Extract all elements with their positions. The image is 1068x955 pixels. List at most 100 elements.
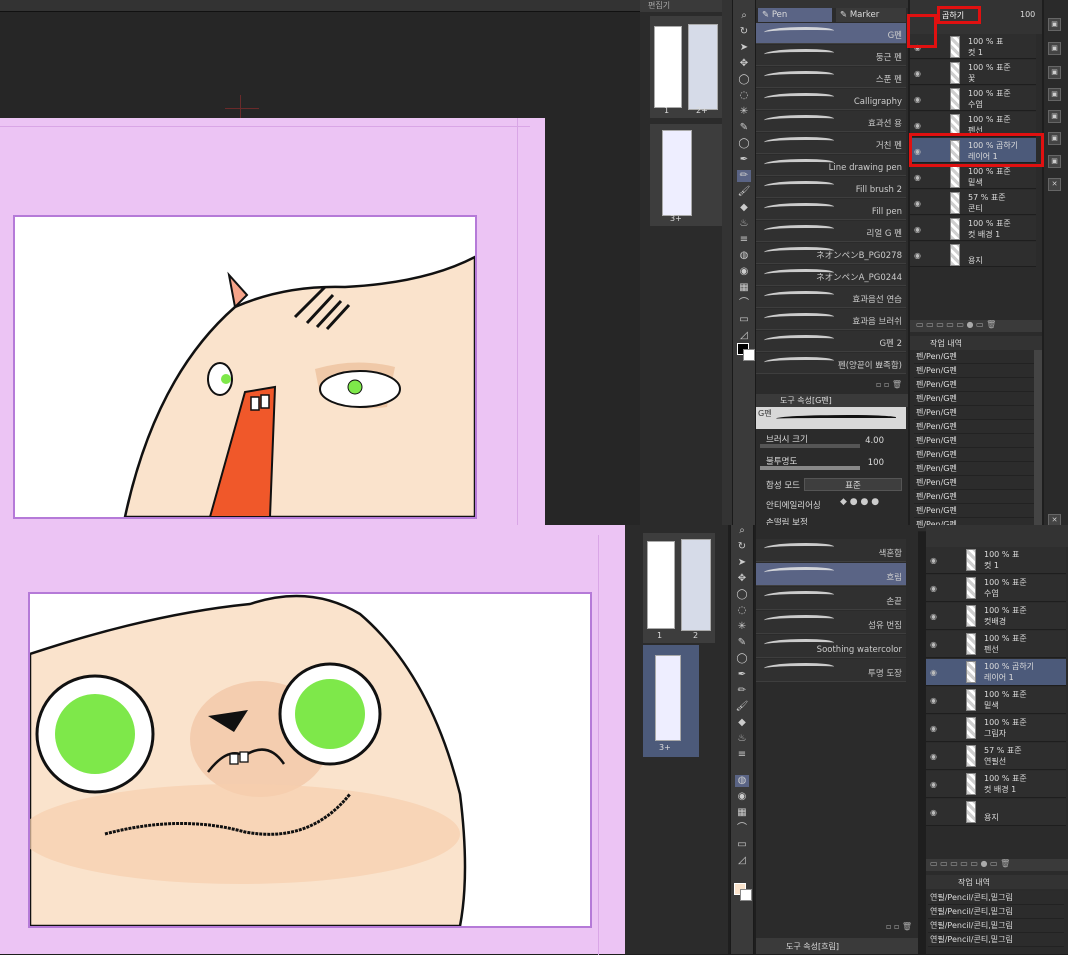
brush-item[interactable]: 손끝 <box>756 587 906 610</box>
b-brush-tool-icon[interactable]: 🖌 <box>735 701 749 713</box>
eye-icon[interactable]: ◉ <box>930 696 937 705</box>
history-item[interactable]: 펜/Pen/G펜 <box>914 490 1034 504</box>
frame-tool-icon[interactable]: ▭ <box>737 314 751 326</box>
b-eyedropper-icon[interactable]: ✎ <box>735 637 749 649</box>
layer-row[interactable]: ◉ 100 % 표준 수염 <box>926 575 1066 602</box>
page-thumb-2[interactable] <box>688 24 718 110</box>
brush-item[interactable]: G펜 2 <box>756 331 906 352</box>
bottom-page-thumb-3[interactable] <box>655 655 681 741</box>
b-pen-tool-icon[interactable]: ✒ <box>735 669 749 681</box>
gradient-tool-icon[interactable]: ▦ <box>737 282 751 294</box>
brush-item[interactable]: ネオンペンB_PG0278 <box>756 243 906 264</box>
eye-icon[interactable]: ◉ <box>930 556 937 565</box>
layer-toolbar[interactable]: ▭ ▭ ▭ ▭ ▭ ● ▭ 🗑 <box>910 320 1042 332</box>
b-brush-list-buttons[interactable]: ▫ ▫ 🗑 <box>886 922 912 931</box>
layer-row[interactable]: ◉ 100 % 표준 컷 배경 1 <box>926 771 1066 798</box>
b-frame-tool-icon[interactable]: ▭ <box>735 839 749 851</box>
antialias-options[interactable]: ◆ ● ● ● <box>840 497 879 507</box>
balloon-icon[interactable]: ◯ <box>737 138 751 150</box>
eye-icon[interactable]: ◉ <box>914 95 921 104</box>
b-select-tool-icon[interactable]: ◌ <box>735 605 749 617</box>
sidebar-btn-8-icon[interactable]: ✕ <box>1048 178 1061 191</box>
history-item[interactable]: 연필/Pencil/콘티,밑그림 <box>928 919 1064 933</box>
layer-row[interactable]: ◉ 100 % 표준 그림자 <box>926 715 1066 742</box>
brush-item[interactable]: 색혼합 <box>756 539 906 562</box>
b-layer-toolbar[interactable]: ▭ ▭ ▭ ▭ ▭ ● ▭ 🗑 <box>926 859 1068 871</box>
navigator-tab-label[interactable]: 편집기 <box>648 0 670 11</box>
sidebar-btn-5-icon[interactable]: ▣ <box>1048 110 1061 123</box>
tab-marker[interactable]: ✎ Marker <box>836 8 906 22</box>
eye-icon[interactable]: ◉ <box>914 225 921 234</box>
layer-row[interactable]: ◉ 100 % 곱하기 레이어 1 <box>926 659 1066 686</box>
b-rotate-tool-icon[interactable]: ↻ <box>735 541 749 553</box>
brush-item[interactable]: Calligraphy <box>756 89 906 110</box>
page-thumb-3[interactable] <box>662 130 692 216</box>
layer-row[interactable]: ◉ 57 % 표준 콘티 <box>910 190 1036 215</box>
sub-color-swatch[interactable] <box>743 349 755 361</box>
eye-icon[interactable]: ◉ <box>930 724 937 733</box>
brush-item[interactable]: 효과선 용 <box>756 111 906 132</box>
magic-wand-icon[interactable]: ✳ <box>737 106 751 118</box>
rotate-tool-icon[interactable]: ↻ <box>737 26 751 38</box>
blend-mode-select[interactable]: 표준 <box>804 478 902 491</box>
layer-row[interactable]: ◉ 100 % 표준 펜선 <box>926 631 1066 658</box>
b-balloon-icon[interactable]: ◯ <box>735 653 749 665</box>
brush-item[interactable]: 투명 도장 <box>756 659 906 682</box>
layer-row[interactable]: ◉ 용지 <box>926 799 1066 826</box>
eye-icon[interactable]: ◉ <box>930 612 937 621</box>
history-item[interactable]: 연필/Pencil/콘티,밑그림 <box>928 891 1064 905</box>
b-history-tab[interactable]: 작업 내역 <box>958 877 990 888</box>
lasso-tool-icon[interactable]: ◯ <box>737 74 751 86</box>
pen-tool-icon[interactable]: ✒ <box>737 154 751 166</box>
layer-row[interactable]: ◉ 100 % 표준 컷배경 <box>926 603 1066 630</box>
layer-opacity-value[interactable]: 100 <box>1020 10 1035 19</box>
move-tool-icon[interactable]: ✥ <box>737 58 751 70</box>
brush-item[interactable]: 스푼 펜 <box>756 67 906 88</box>
b-sub-color-swatch[interactable] <box>740 889 752 901</box>
sidebar-btn-3-icon[interactable]: ▣ <box>1048 66 1061 79</box>
eye-icon[interactable]: ◉ <box>930 752 937 761</box>
sidebar-btn-7-icon[interactable]: ▣ <box>1048 155 1061 168</box>
select-tool-icon[interactable]: ◌ <box>737 90 751 102</box>
b-operation-tool-icon[interactable]: ➤ <box>735 557 749 569</box>
b-tool-property-tab[interactable]: 도구 속성[흐림] <box>786 941 839 952</box>
history-item[interactable]: 펜/Pen/G펜 <box>914 462 1034 476</box>
history-scrollbar[interactable] <box>1034 350 1042 525</box>
brush-item[interactable]: 흐림 <box>756 563 906 586</box>
brush-size-row[interactable]: 브러시 크기 4.00 <box>756 432 906 448</box>
sidebar-btn-6-icon[interactable]: ▣ <box>1048 132 1061 145</box>
b-eraser-tool-icon[interactable]: ◆ <box>735 717 749 729</box>
tab-pen[interactable]: ✎ Pen <box>758 8 832 22</box>
layer-row[interactable]: ◉ 100 % 표준 밑색 <box>926 687 1066 714</box>
blend-tool-icon[interactable]: ◍ <box>737 250 751 262</box>
history-item[interactable]: 펜/Pen/G펜 <box>914 378 1034 392</box>
history-item[interactable]: 펜/Pen/G펜 <box>914 350 1034 364</box>
brush-size-slider[interactable] <box>760 444 860 448</box>
history-item[interactable]: 연필/Pencil/콘티,밑그림 <box>928 933 1064 947</box>
history-item[interactable]: 펜/Pen/G펜 <box>914 504 1034 518</box>
brush-item[interactable]: 효과음선 연습 <box>756 287 906 308</box>
eye-icon[interactable]: ◉ <box>914 121 921 130</box>
eye-icon[interactable]: ◉ <box>914 173 921 182</box>
page-thumb-1[interactable] <box>654 26 682 108</box>
fill-tool-icon[interactable]: ◉ <box>737 266 751 278</box>
history-tab[interactable]: 작업 내역 <box>930 338 962 349</box>
b-ruler-tool-icon[interactable]: ◿ <box>735 855 749 867</box>
b-blend-tool-icon[interactable]: ◍ <box>735 775 749 787</box>
brush-list-buttons[interactable]: ▫ ▫ 🗑 <box>876 380 902 389</box>
brush-tool-icon[interactable]: 🖌 <box>737 186 751 198</box>
layer-row[interactable]: ◉ 100 % 표준 꽃 <box>910 60 1036 85</box>
brush-item[interactable]: 펜(양끝이 뾰족함) <box>756 353 906 374</box>
history-item[interactable]: 펜/Pen/G펜 <box>914 364 1034 378</box>
ruler-tool-icon[interactable]: ◿ <box>737 330 751 342</box>
brush-item[interactable]: Fill pen <box>756 199 906 220</box>
navigator-scrollbar[interactable] <box>722 0 732 525</box>
eraser-tool-icon[interactable]: ◆ <box>737 202 751 214</box>
b-move-tool-icon[interactable]: ✥ <box>735 573 749 585</box>
opacity-slider[interactable] <box>760 466 860 470</box>
brush-item[interactable]: 효과음 브러쉬 <box>756 309 906 330</box>
opacity-row[interactable]: 불투명도 100 <box>756 454 906 470</box>
eye-icon[interactable]: ◉ <box>930 780 937 789</box>
figure-tool-icon[interactable]: ⌒ <box>737 298 751 310</box>
bottom-page-thumb-1[interactable] <box>647 541 675 629</box>
